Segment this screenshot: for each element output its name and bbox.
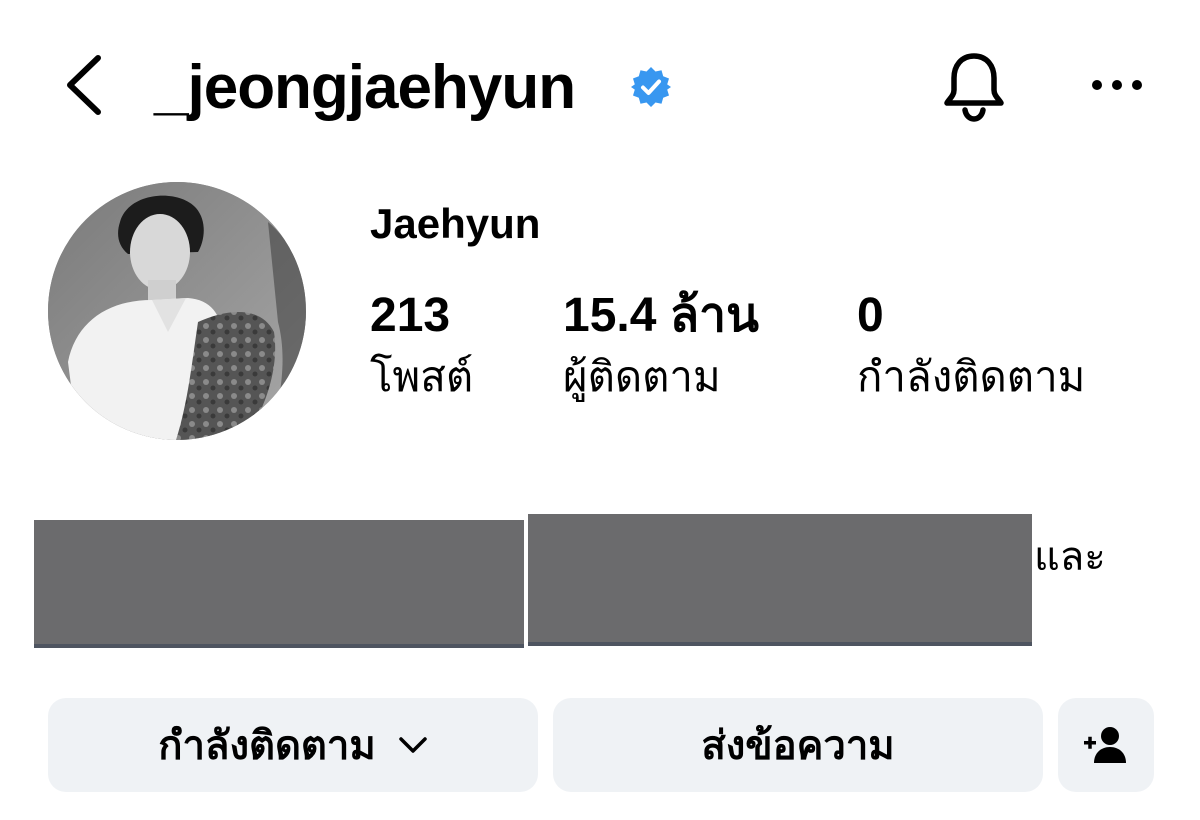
stat-followers-label: ผู้ติดตาม (563, 353, 721, 400)
stat-following-count: 0 (857, 289, 884, 342)
more-dots-icon (1092, 80, 1142, 90)
back-button[interactable] (62, 52, 108, 118)
avatar[interactable] (48, 182, 306, 440)
following-button-label: กำลังติดตาม (158, 724, 376, 768)
message-button-label: ส่งข้อความ (701, 724, 895, 768)
stat-posts-label: โพสต์ (370, 353, 474, 400)
chevron-left-icon (67, 55, 101, 115)
suggested-accounts-button[interactable] (1058, 698, 1154, 792)
stat-posts-count: 213 (370, 289, 451, 342)
verified-badge-icon (630, 66, 672, 108)
notifications-button[interactable] (940, 50, 1008, 122)
display-name: Jaehyun (370, 200, 541, 247)
stat-posts[interactable]: 213 โพสต์ (370, 286, 473, 406)
stat-followers-count: 15.4 ล้าน (563, 289, 759, 342)
stat-following-label: กำลังติดตาม (857, 353, 1086, 400)
bell-icon (944, 53, 1004, 122)
add-person-icon (1084, 727, 1126, 763)
chevron-down-icon (398, 737, 427, 753)
profile-username: _jeongjaehyun (154, 53, 576, 122)
following-button[interactable]: กำลังติดตาม (48, 698, 538, 792)
more-options-button[interactable] (1088, 68, 1146, 102)
profile-photo (48, 182, 306, 440)
redacted-bio-block-2 (528, 514, 1032, 642)
stat-following[interactable]: 0 กำลังติดตาม (857, 286, 1085, 406)
redacted-bio-block-1 (34, 520, 524, 644)
stat-followers[interactable]: 15.4 ล้าน ผู้ติดตาม (563, 286, 759, 406)
message-button[interactable]: ส่งข้อความ (553, 698, 1043, 792)
bio-text-tail: และ (1034, 535, 1106, 579)
